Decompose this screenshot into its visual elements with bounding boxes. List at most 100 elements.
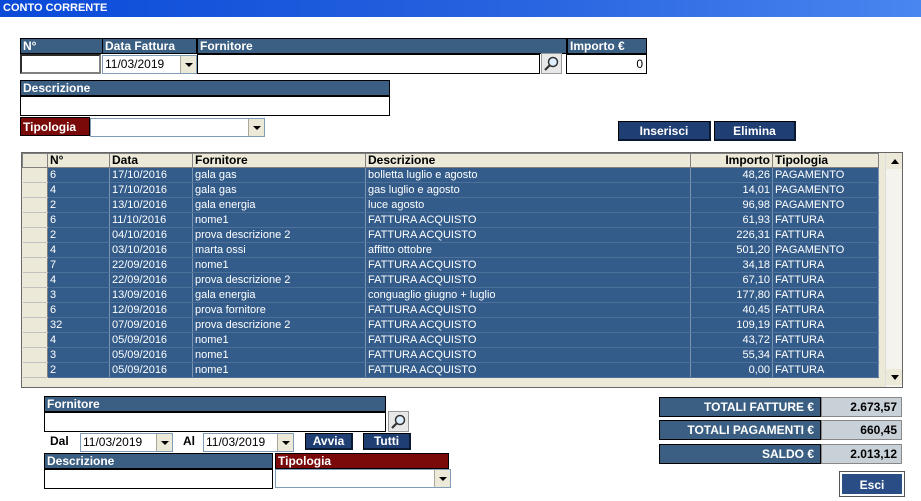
n-field[interactable]: [20, 54, 101, 74]
search-icon[interactable]: [388, 411, 409, 432]
tipologia-dropdown[interactable]: [90, 118, 265, 137]
col-header-tipologia[interactable]: Tipologia: [772, 153, 879, 168]
cell-importo: 109,19: [690, 317, 773, 333]
cell-importo: 96,98: [690, 197, 773, 213]
data-fattura-dropdown[interactable]: 11/03/2019: [102, 55, 197, 74]
cell-tipologia: FATTURA: [772, 212, 879, 228]
row-selector[interactable]: [22, 257, 48, 273]
al-value: 11/03/2019: [206, 435, 266, 449]
col-header-importo[interactable]: Importo: [690, 153, 773, 168]
totali-fatture-label: TOTALI FATTURE €: [659, 397, 821, 417]
row-selector[interactable]: [22, 212, 48, 228]
scroll-up-icon[interactable]: [886, 153, 902, 169]
col-header-descrizione[interactable]: Descrizione: [365, 153, 691, 168]
filter-tipologia-dropdown[interactable]: [275, 469, 451, 488]
cell-fornitore: prova fornitore: [192, 302, 366, 318]
movements-grid[interactable]: N° Data Fornitore Descrizione Importo Ti…: [21, 152, 903, 388]
table-row[interactable]: 3 05/09/2016 nome1 FATTURA ACQUISTO 55,34 FAT…: [22, 347, 879, 363]
scroll-down-icon[interactable]: [886, 369, 902, 385]
table-row[interactable]: 32 07/09/2016 prova descrizione 2 FATTURA A…: [22, 317, 879, 333]
cell-data: 05/09/2016: [109, 332, 193, 348]
cell-fornitore: prova descrizione 2: [192, 317, 366, 333]
search-icon[interactable]: [541, 53, 562, 74]
table-row[interactable]: 4 22/09/2016 prova descrizione 2 FATTURA AC…: [22, 272, 879, 288]
table-row[interactable]: 6 11/10/2016 nome1 FATTURA ACQUISTO 61,93 FAT…: [22, 212, 879, 228]
saldo-label: SALDO €: [659, 444, 821, 464]
cell-importo: 48,26: [690, 167, 773, 183]
n-label: N°: [20, 38, 103, 54]
descrizione-field[interactable]: [20, 96, 390, 116]
cell-importo: 34,18: [690, 257, 773, 273]
col-header-n[interactable]: N°: [47, 153, 110, 168]
row-selector[interactable]: [22, 317, 48, 333]
row-selector[interactable]: [22, 272, 48, 288]
col-header-data[interactable]: Data: [109, 153, 193, 168]
cell-data: 22/09/2016: [109, 257, 193, 273]
elimina-button[interactable]: Elimina: [714, 121, 796, 141]
cell-tipologia: FATTURA: [772, 347, 879, 363]
cell-n: 4: [47, 242, 110, 258]
row-selector[interactable]: [22, 242, 48, 258]
row-selector[interactable]: [22, 302, 48, 318]
cell-tipologia: FATTURA: [772, 362, 879, 378]
cell-tipologia: FATTURA: [772, 332, 879, 348]
al-dropdown[interactable]: 11/03/2019: [203, 433, 294, 452]
grid-scrollbar[interactable]: [885, 153, 902, 387]
chevron-down-icon[interactable]: [277, 434, 293, 451]
cell-n: 4: [47, 272, 110, 288]
row-selector[interactable]: [22, 287, 48, 303]
inserisci-button[interactable]: Inserisci: [618, 121, 711, 141]
table-row[interactable]: 6 17/10/2016 gala gas bolletta luglio e ago…: [22, 167, 879, 183]
row-selector[interactable]: [22, 182, 48, 198]
row-selector-header: [22, 153, 48, 168]
table-row[interactable]: 4 17/10/2016 gala gas gas luglio e agosto 14…: [22, 182, 879, 198]
avvia-button[interactable]: Avvia: [305, 433, 353, 450]
scroll-track[interactable]: [886, 169, 902, 369]
table-row[interactable]: 4 03/10/2016 marta ossi affitto ottobre 501,…: [22, 242, 879, 258]
table-row[interactable]: 4 05/09/2016 nome1 FATTURA ACQUISTO 43,72 FAT…: [22, 332, 879, 348]
cell-data: 04/10/2016: [109, 227, 193, 243]
cell-tipologia: PAGAMENTO: [772, 197, 879, 213]
cell-importo: 0,00: [690, 362, 773, 378]
row-selector[interactable]: [22, 332, 48, 348]
dal-dropdown[interactable]: 11/03/2019: [80, 433, 173, 452]
filter-fornitore-field[interactable]: [44, 412, 386, 432]
chevron-down-icon[interactable]: [248, 119, 264, 136]
tutti-button[interactable]: Tutti: [363, 433, 411, 450]
importo-field[interactable]: 0: [566, 54, 647, 74]
fornitore-field[interactable]: [197, 54, 540, 74]
cell-tipologia: FATTURA: [772, 317, 879, 333]
table-row[interactable]: 6 12/09/2016 prova fornitore FATTURA ACQUIS…: [22, 302, 879, 318]
cell-descrizione: bolletta luglio e agosto: [365, 167, 691, 183]
table-row[interactable]: 3 13/09/2016 gala energia conguaglio giugno…: [22, 287, 879, 303]
cell-fornitore: gala energia: [192, 287, 366, 303]
table-row[interactable]: 7 22/09/2016 nome1 FATTURA ACQUISTO 34,18 FAT…: [22, 257, 879, 273]
esci-button[interactable]: Esci: [839, 471, 905, 497]
row-selector[interactable]: [22, 347, 48, 363]
cell-n: 7: [47, 257, 110, 273]
cell-importo: 40,45: [690, 302, 773, 318]
cell-data: 13/10/2016: [109, 197, 193, 213]
cell-fornitore: nome1: [192, 362, 366, 378]
table-body: 6 17/10/2016 gala gas bolletta luglio e ago…: [22, 167, 879, 378]
filter-descrizione-field[interactable]: [44, 469, 273, 489]
row-selector[interactable]: [22, 197, 48, 213]
cell-descrizione: FATTURA ACQUISTO: [365, 227, 691, 243]
chevron-down-icon[interactable]: [180, 56, 196, 73]
row-selector[interactable]: [22, 362, 48, 378]
table-row[interactable]: 2 04/10/2016 prova descrizione 2 FATTURA AC…: [22, 227, 879, 243]
chevron-down-icon[interactable]: [156, 434, 172, 451]
data-fattura-label: Data Fattura: [102, 38, 197, 54]
table-row[interactable]: 2 05/09/2016 nome1 FATTURA ACQUISTO 0,00 FATT…: [22, 362, 879, 378]
cell-n: 2: [47, 197, 110, 213]
chevron-down-icon[interactable]: [434, 470, 450, 487]
table-row[interactable]: 2 13/10/2016 gala energia luce agosto 96,98 P…: [22, 197, 879, 213]
cell-n: 6: [47, 167, 110, 183]
cell-tipologia: FATTURA: [772, 272, 879, 288]
col-header-fornitore[interactable]: Fornitore: [192, 153, 366, 168]
table-header: N° Data Fornitore Descrizione Importo Ti…: [22, 153, 879, 168]
cell-n: 4: [47, 332, 110, 348]
row-selector[interactable]: [22, 227, 48, 243]
cell-tipologia: PAGAMENTO: [772, 182, 879, 198]
row-selector[interactable]: [22, 167, 48, 183]
